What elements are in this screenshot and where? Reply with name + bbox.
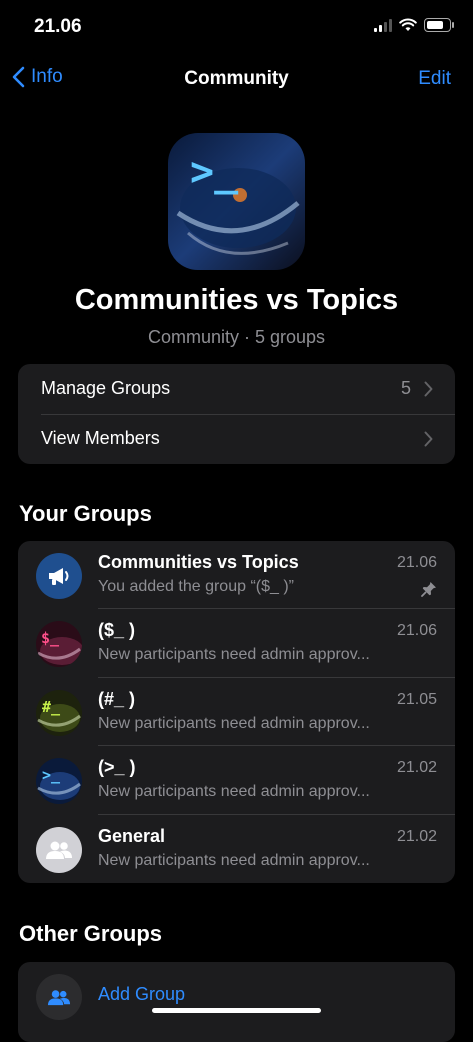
chevron-right-icon xyxy=(424,431,433,447)
group-last-message: You added the group “($_ )” xyxy=(98,578,294,595)
group-time: 21.02 xyxy=(396,759,437,777)
status-time: 21.06 xyxy=(34,16,82,37)
manage-card: Manage Groups 5 View Members xyxy=(18,364,455,464)
nav-bar: Info Community Edit xyxy=(0,58,473,102)
manage-groups-row[interactable]: Manage Groups 5 xyxy=(18,364,455,414)
group-row[interactable]: Communities vs Topics You added the grou… xyxy=(18,541,455,610)
hash-prompt-avatar: #_ xyxy=(36,689,82,736)
group-name: Communities vs Topics xyxy=(98,552,299,572)
manage-groups-count: 5 xyxy=(400,378,411,398)
people-icon xyxy=(36,826,82,873)
community-avatar[interactable]: >_ xyxy=(168,133,305,270)
signal-icon xyxy=(374,18,392,32)
dollar-prompt-avatar: $_ xyxy=(36,621,82,668)
svg-text:#_: #_ xyxy=(42,698,61,716)
group-name: ($_ ) xyxy=(98,620,136,641)
edit-button[interactable]: Edit xyxy=(418,68,451,90)
group-last-message: New participants need admin approv... xyxy=(98,783,370,801)
group-time: 21.02 xyxy=(396,827,437,845)
other-groups-title: Other Groups xyxy=(19,921,163,946)
group-last-message: New participants need admin approv... xyxy=(98,714,370,732)
community-name: Communities vs Topics xyxy=(74,284,399,316)
group-name: General xyxy=(98,825,166,846)
pin-icon xyxy=(421,582,436,597)
other-groups-card: Add Group xyxy=(18,962,455,1042)
group-name: (#_ ) xyxy=(98,688,136,709)
home-indicator[interactable] xyxy=(152,1008,321,1013)
nav-title: Community xyxy=(184,68,289,89)
view-members-label: View Members xyxy=(41,428,160,448)
svg-text:>_: >_ xyxy=(42,766,61,784)
add-group-row[interactable]: Add Group xyxy=(18,962,455,1030)
status-bar: 21.06 xyxy=(0,0,473,54)
svg-text:>_: >_ xyxy=(190,149,239,195)
group-row[interactable]: >_ (>_ ) New participants need admin app… xyxy=(18,746,455,815)
manage-groups-label: Manage Groups xyxy=(41,378,171,398)
wifi-icon xyxy=(399,18,417,31)
community-subtitle: Community · 5 groups xyxy=(147,327,326,347)
group-last-message: New participants need admin approv... xyxy=(98,646,370,664)
megaphone-icon xyxy=(36,553,82,599)
group-time: 21.06 xyxy=(396,622,437,640)
status-icons xyxy=(374,18,454,32)
your-groups-card: Communities vs Topics You added the grou… xyxy=(18,541,455,883)
svg-text:$_: $_ xyxy=(41,629,60,647)
your-groups-title: Your Groups xyxy=(19,501,152,526)
group-row[interactable]: #_ (#_ ) New participants need admin app… xyxy=(18,678,455,747)
view-members-row[interactable]: View Members xyxy=(18,414,455,464)
group-row[interactable]: $_ ($_ ) New participants need admin app… xyxy=(18,609,455,678)
group-name: (>_ ) xyxy=(98,757,136,778)
chevron-right-icon xyxy=(424,381,433,397)
group-last-message: New participants need admin approv... xyxy=(98,851,370,869)
group-row[interactable]: General New participants need admin appr… xyxy=(18,815,455,883)
group-time: 21.05 xyxy=(396,690,437,708)
group-time: 21.06 xyxy=(396,554,437,571)
battery-icon xyxy=(424,18,454,32)
add-group-button[interactable]: Add Group xyxy=(98,984,185,1005)
terminal-prompt-avatar: >_ xyxy=(36,758,82,805)
people-icon xyxy=(36,974,82,1020)
